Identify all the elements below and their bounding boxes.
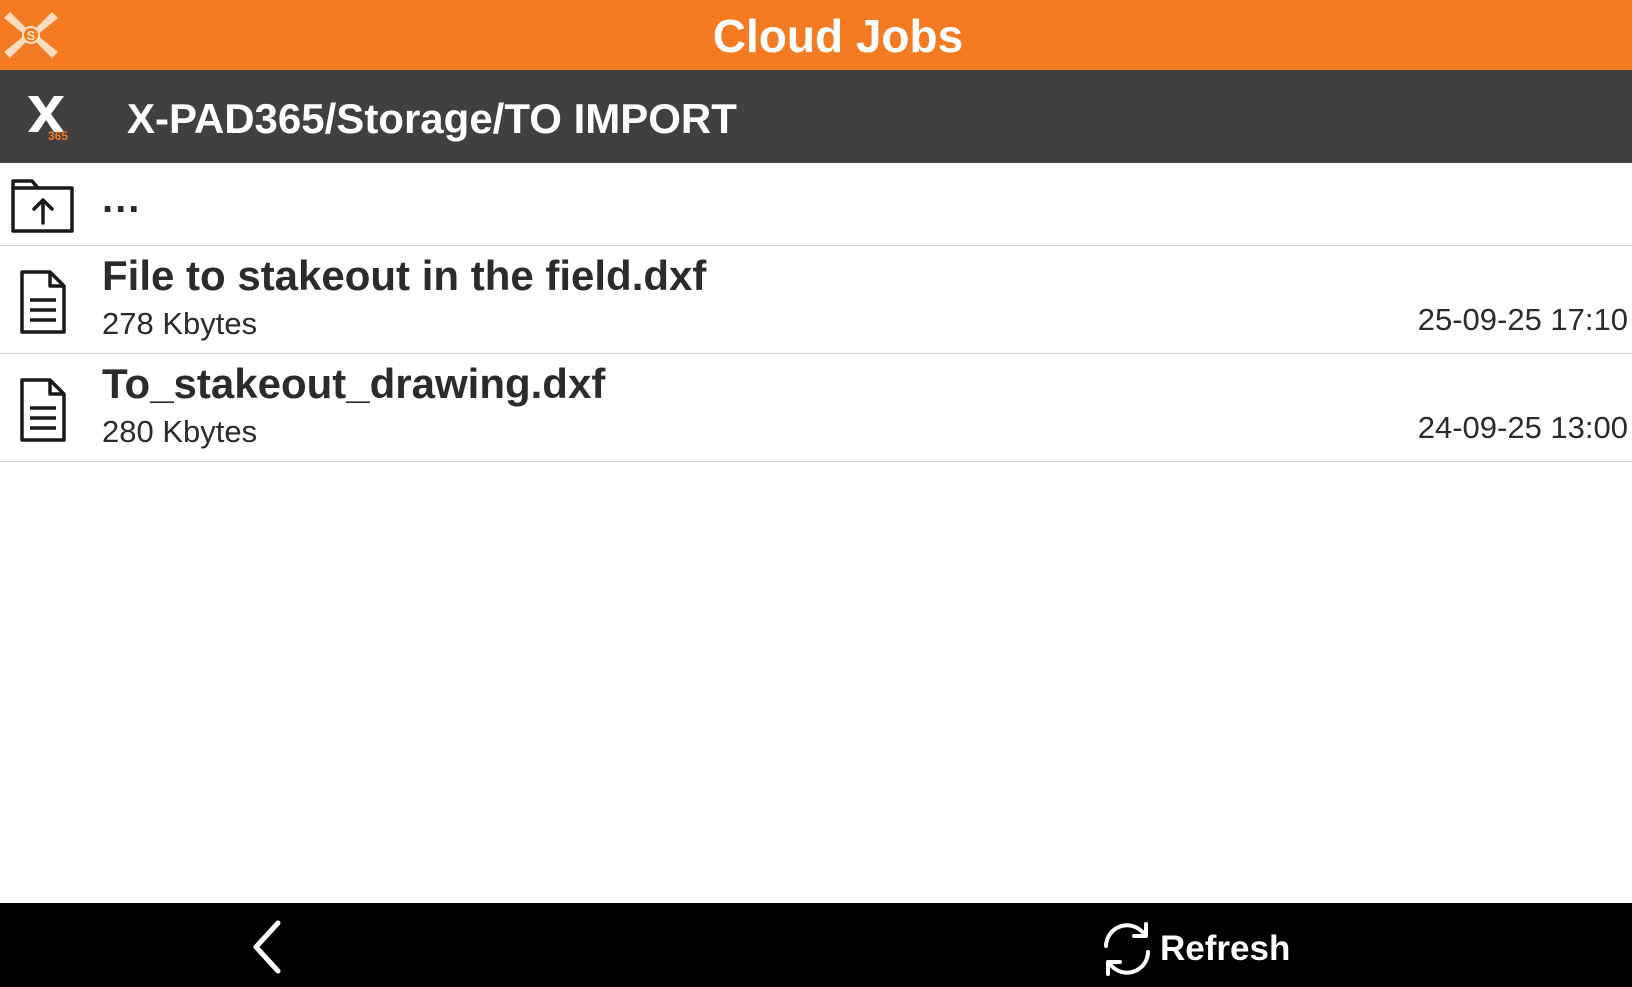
- document-icon: [20, 378, 66, 442]
- folder-up-icon: [11, 179, 74, 233]
- file-row[interactable]: File to stakeout in the field.dxf 278 Kb…: [0, 246, 1632, 354]
- page-title: Cloud Jobs: [712, 10, 964, 62]
- refresh-icon: [1104, 922, 1150, 976]
- file-date: 25-09-25 17:10: [1417, 302, 1628, 337]
- refresh-button[interactable]: Refresh: [1096, 917, 1290, 981]
- file-date: 24-09-25 13:00: [1417, 410, 1628, 445]
- file-size: 278 Kbytes: [102, 306, 258, 341]
- title-bar: S Cloud Jobs: [0, 0, 1632, 70]
- parent-folder-row[interactable]: ...: [0, 163, 1632, 246]
- file-name: File to stakeout in the field.dxf: [102, 252, 707, 299]
- back-button[interactable]: [236, 917, 296, 977]
- current-path: X-PAD365/Storage/TO IMPORT: [127, 95, 737, 142]
- file-size: 280 Kbytes: [102, 414, 258, 449]
- parent-folder-label: ...: [102, 177, 142, 221]
- document-icon: [20, 270, 66, 334]
- bottom-toolbar: Refresh: [0, 903, 1632, 987]
- svg-text:365: 365: [48, 129, 68, 142]
- chevron-left-icon: [253, 920, 281, 974]
- refresh-label: Refresh: [1160, 929, 1291, 968]
- file-list: ... File to stakeout in the field.dxf 27…: [0, 163, 1632, 462]
- path-bar: 365 X-PAD365/Storage/TO IMPORT: [0, 70, 1632, 163]
- x-pad365-logo-icon: 365: [28, 96, 68, 142]
- file-name: To_stakeout_drawing.dxf: [102, 360, 606, 407]
- file-row[interactable]: To_stakeout_drawing.dxf 280 Kbytes 24-09…: [0, 354, 1632, 462]
